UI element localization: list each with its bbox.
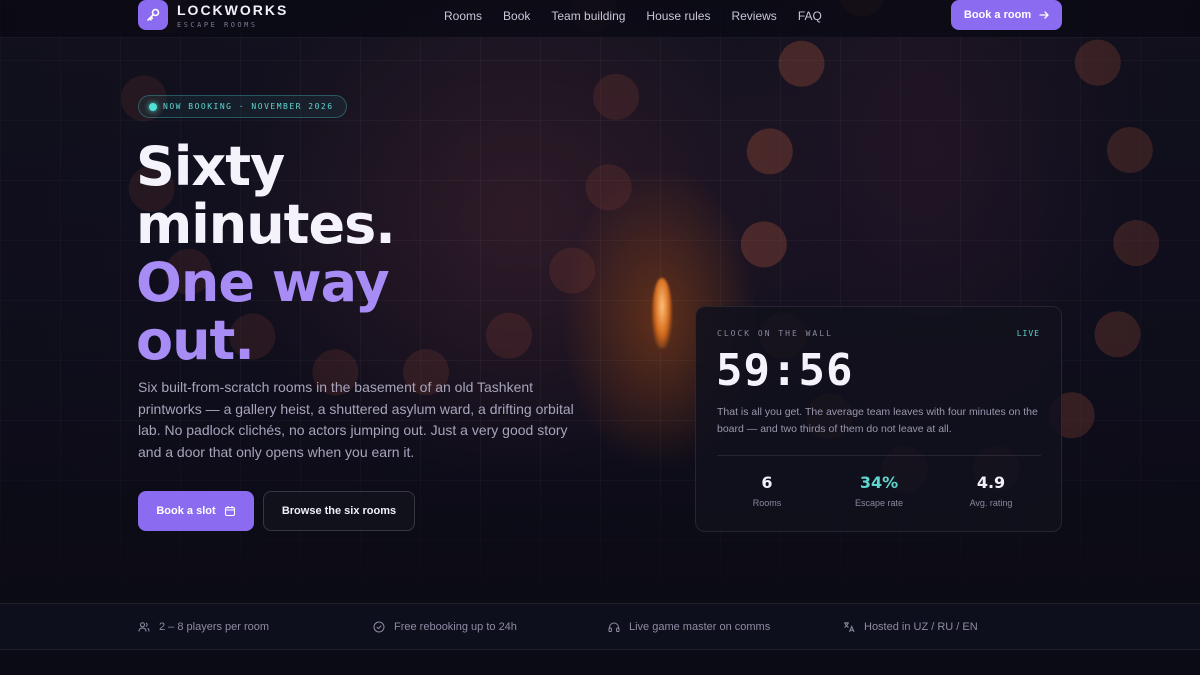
clock-card-label: CLOCK ON THE WALL bbox=[717, 329, 833, 338]
hero-headline: Sixty minutes. One way out. bbox=[136, 138, 576, 370]
nav-link-rooms[interactable]: Rooms bbox=[444, 9, 482, 23]
stat-rating-label: Avg. rating bbox=[969, 498, 1013, 508]
brand-tagline: ESCAPE ROOMS bbox=[177, 21, 258, 29]
feature-players: 2 – 8 players per room bbox=[138, 621, 269, 633]
clock-card-description: That is all you get. The average team le… bbox=[717, 406, 1038, 435]
live-dot-icon bbox=[149, 102, 157, 111]
headline-line-1: Sixty bbox=[136, 135, 285, 198]
hero-description: Six built-from-scratch rooms in the base… bbox=[138, 379, 574, 460]
book-a-slot-button[interactable]: Book a slot bbox=[138, 491, 254, 531]
countdown-timer: 59:56 bbox=[716, 345, 854, 396]
calendar-icon bbox=[224, 506, 235, 517]
brand-name[interactable]: LOCKWORKS bbox=[177, 2, 288, 18]
stat-rating-value: 4.9 bbox=[976, 473, 1006, 492]
nav-link-house-rules[interactable]: House rules bbox=[646, 9, 710, 23]
stat-rating: 4.9 Avg. rating bbox=[936, 473, 1046, 508]
feature-rebooking-text: Free rebooking up to 24h bbox=[394, 621, 517, 633]
stat-escape-rate: 34% Escape rate bbox=[824, 473, 934, 508]
nav-link-book[interactable]: Book bbox=[503, 9, 530, 23]
stat-escape-rate-label: Escape rate bbox=[854, 498, 904, 508]
logo[interactable] bbox=[138, 0, 168, 30]
arrow-right-icon bbox=[1039, 11, 1050, 19]
headphones-icon bbox=[608, 622, 620, 632]
main-nav: Rooms Book Team building House rules Rev… bbox=[444, 9, 843, 23]
feature-languages-text: Hosted in UZ / RU / EN bbox=[864, 621, 978, 633]
headline-line-3: One way bbox=[136, 251, 390, 314]
book-a-room-label: Book a room bbox=[963, 9, 1032, 21]
key-icon bbox=[147, 8, 160, 21]
check-circle-icon bbox=[373, 621, 385, 633]
users-icon bbox=[138, 622, 150, 632]
booking-badge-text: NOW BOOKING · NOVEMBER 2026 bbox=[163, 102, 334, 111]
nav-link-team-building[interactable]: Team building bbox=[551, 9, 625, 23]
live-status-badge: LIVE bbox=[1016, 329, 1040, 338]
headline-line-4: out. bbox=[136, 309, 255, 372]
feature-game-master-text: Live game master on comms bbox=[629, 621, 771, 633]
feature-rebooking: Free rebooking up to 24h bbox=[373, 621, 517, 633]
stat-rooms-value: 6 bbox=[761, 473, 773, 492]
translate-icon bbox=[844, 622, 855, 633]
book-a-slot-label: Book a slot bbox=[156, 505, 216, 517]
clock-card: CLOCK ON THE WALL LIVE 59:56 That is all… bbox=[695, 306, 1062, 532]
top-navbar: LOCKWORKS ESCAPE ROOMS Rooms Book Team b… bbox=[0, 0, 1200, 38]
nav-link-faq[interactable]: FAQ bbox=[798, 9, 822, 23]
stat-rooms-label: Rooms bbox=[752, 498, 782, 508]
features-strip: 2 – 8 players per room Free rebooking up… bbox=[0, 603, 1200, 650]
stat-escape-rate-value: 34% bbox=[859, 473, 899, 492]
stat-rooms: 6 Rooms bbox=[712, 473, 822, 508]
headline-line-2: minutes. bbox=[136, 193, 396, 256]
booking-badge: NOW BOOKING · NOVEMBER 2026 bbox=[138, 95, 347, 118]
browse-rooms-button[interactable]: Browse the six rooms bbox=[263, 491, 415, 531]
feature-languages: Hosted in UZ / RU / EN bbox=[843, 621, 978, 633]
book-a-room-button[interactable]: Book a room bbox=[951, 0, 1062, 30]
feature-players-text: 2 – 8 players per room bbox=[159, 621, 270, 633]
divider bbox=[717, 455, 1041, 456]
feature-game-master: Live game master on comms bbox=[608, 621, 770, 633]
nav-link-reviews[interactable]: Reviews bbox=[731, 9, 776, 23]
